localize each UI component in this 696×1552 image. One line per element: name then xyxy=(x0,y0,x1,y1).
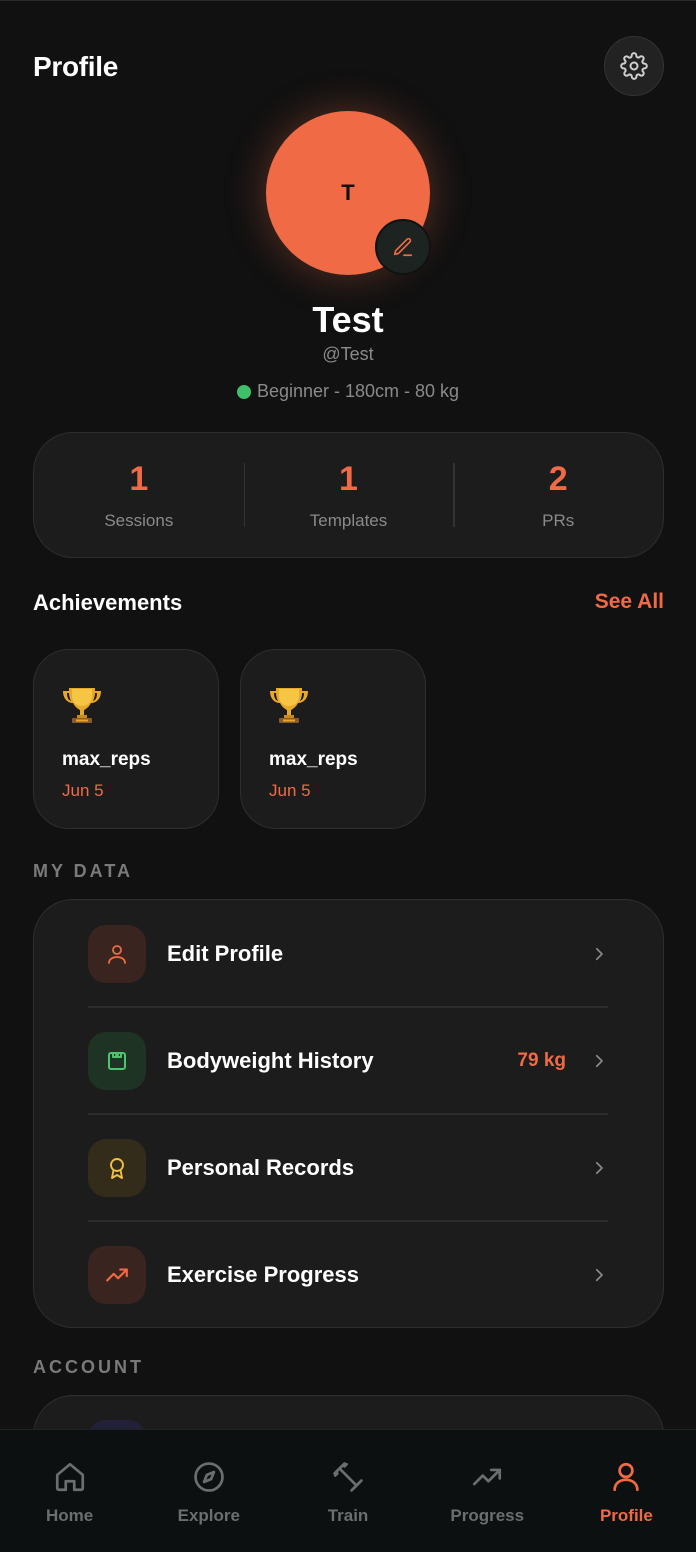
list-item-bodyweight-history[interactable]: Bodyweight History 79 kg xyxy=(88,1007,608,1114)
achievement-card[interactable]: max_reps Jun 5 xyxy=(33,649,219,829)
user-icon xyxy=(108,944,126,964)
nav-label: Progress xyxy=(450,1506,525,1525)
my-data-list: Edit Profile Bodyweight History 79 kg Pe… xyxy=(33,899,664,1328)
stat-value: 1 xyxy=(129,460,149,498)
item-label: Bodyweight History xyxy=(167,1047,374,1073)
achievement-date: Jun 5 xyxy=(62,781,104,800)
nav-label: Home xyxy=(45,1506,94,1525)
compass-icon xyxy=(193,1462,224,1492)
stat-label: PRs xyxy=(542,511,575,530)
stat-templates[interactable]: 1 Templates xyxy=(243,433,454,557)
bodyweight-value: 79 kg xyxy=(517,1049,566,1071)
bottom-nav: Home Explore Train Progress Profile xyxy=(0,1429,696,1552)
page-title: Profile xyxy=(33,51,119,82)
chevron-right-icon xyxy=(595,1161,603,1174)
pencil-icon xyxy=(393,237,413,257)
icon-box xyxy=(88,924,146,983)
trending-up-icon xyxy=(106,1268,128,1281)
trophy-icon xyxy=(63,688,101,723)
nav-item-progress[interactable]: Progress xyxy=(418,1430,557,1552)
account-label: ACCOUNT xyxy=(33,1357,144,1377)
status-dot-icon xyxy=(236,384,251,399)
achievement-date: Jun 5 xyxy=(269,781,311,800)
profile-meta-text: Beginner - 180cm - 80 kg xyxy=(256,381,460,401)
dumbbell-icon xyxy=(333,1462,363,1492)
home-icon xyxy=(55,1462,84,1492)
stat-value: 1 xyxy=(339,460,358,498)
profile-handle: @Test xyxy=(322,344,374,364)
item-label: Edit Profile xyxy=(167,940,284,966)
item-label: Exercise Progress xyxy=(167,1261,360,1287)
nav-item-home[interactable]: Home xyxy=(0,1430,139,1552)
profile-name: Test xyxy=(312,299,384,340)
my-data-label: MY DATA xyxy=(33,861,133,881)
nav-item-train[interactable]: Train xyxy=(278,1430,417,1552)
stat-label: Templates xyxy=(309,511,388,530)
achievement-name: max_reps xyxy=(62,749,151,770)
icon-box xyxy=(88,1138,146,1197)
scale-icon xyxy=(108,1051,126,1070)
nav-item-profile[interactable]: Profile xyxy=(557,1430,696,1552)
nav-label: Train xyxy=(327,1506,369,1525)
avatar-container: T xyxy=(266,111,431,275)
achievement-name: max_reps xyxy=(269,749,358,770)
stat-value: 2 xyxy=(548,460,568,498)
list-item-personal-records[interactable]: Personal Records xyxy=(88,1114,608,1221)
profile-meta: Beginner - 180cm - 80 kg xyxy=(0,381,696,402)
chevron-right-icon xyxy=(595,1268,603,1281)
chevron-right-icon xyxy=(595,1054,603,1067)
stat-sessions[interactable]: 1 Sessions xyxy=(34,433,244,557)
icon-box xyxy=(88,1031,146,1090)
avatar-initial: T xyxy=(341,180,355,205)
chevron-right-icon xyxy=(595,947,603,960)
stat-label: Sessions xyxy=(104,511,174,530)
achievements-title: Achievements xyxy=(33,590,183,615)
edit-avatar-button[interactable] xyxy=(375,219,431,275)
nav-label: Explore xyxy=(177,1506,240,1525)
profile-screen: Profile T Test @Test Beginner - 180cm - … xyxy=(0,0,696,1552)
award-icon xyxy=(110,1157,124,1179)
user-icon xyxy=(613,1462,640,1492)
gear-icon xyxy=(620,52,648,80)
nav-label: Profile xyxy=(599,1506,653,1525)
stat-prs[interactable]: 2 PRs xyxy=(453,433,663,557)
trophy-icon xyxy=(270,688,308,723)
item-label: Personal Records xyxy=(167,1154,355,1180)
settings-button[interactable] xyxy=(604,36,664,96)
see-all-link[interactable]: See All xyxy=(595,590,664,614)
list-item-exercise-progress[interactable]: Exercise Progress xyxy=(88,1221,608,1328)
achievement-card[interactable]: max_reps Jun 5 xyxy=(240,649,426,829)
stats-card: 1 Sessions 1 Templates 2 PRs xyxy=(33,432,664,558)
icon-box xyxy=(88,1245,146,1304)
trending-up-icon xyxy=(473,1468,502,1486)
nav-item-explore[interactable]: Explore xyxy=(139,1430,278,1552)
list-item-edit-profile[interactable]: Edit Profile xyxy=(88,900,608,1007)
